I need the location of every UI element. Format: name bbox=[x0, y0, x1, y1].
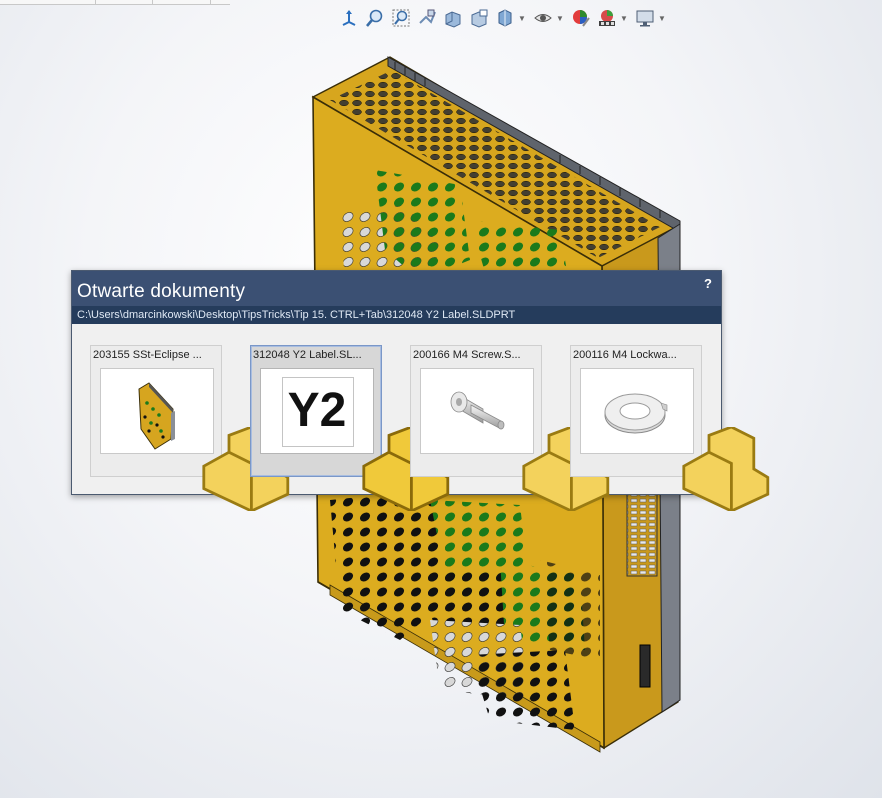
help-button[interactable]: ? bbox=[704, 276, 712, 291]
document-title: 200116 M4 Lockwa... bbox=[573, 349, 677, 361]
document-card-m4-lockwasher[interactable]: 200116 M4 Lockwa... bbox=[570, 345, 770, 511]
document-preview bbox=[100, 368, 290, 511]
dialog-title: Otwarte dokumenty bbox=[77, 281, 246, 302]
document-title: 203155 SSt-Eclipse ... bbox=[93, 349, 202, 361]
document-card-m4-screw[interactable]: 200166 M4 Screw.S... bbox=[410, 345, 610, 511]
document-path-bar: C:\Users\dmarcinkowski\Desktop\TipsTrick… bbox=[72, 306, 721, 324]
label-preview-text: Y2 bbox=[287, 384, 347, 437]
dialog-title-bar: Otwarte dokumenty ? bbox=[72, 271, 721, 306]
document-title: 312048 Y2 Label.SL... bbox=[253, 349, 362, 361]
part-document-icon bbox=[682, 427, 770, 511]
document-preview bbox=[420, 368, 610, 511]
document-path: C:\Users\dmarcinkowski\Desktop\TipsTrick… bbox=[77, 309, 516, 321]
document-title: 200166 M4 Screw.S... bbox=[413, 349, 521, 361]
document-preview bbox=[580, 368, 770, 511]
document-card-y2-label[interactable]: 312048 Y2 Label.SL... Y2 bbox=[250, 345, 450, 511]
document-card-enclosure[interactable]: 203155 SSt-Eclipse ... bbox=[90, 345, 290, 511]
document-preview: Y2 bbox=[260, 368, 450, 511]
open-documents-dialog: Otwarte dokumenty ? C:\Users\dmarcinkows… bbox=[71, 270, 770, 511]
